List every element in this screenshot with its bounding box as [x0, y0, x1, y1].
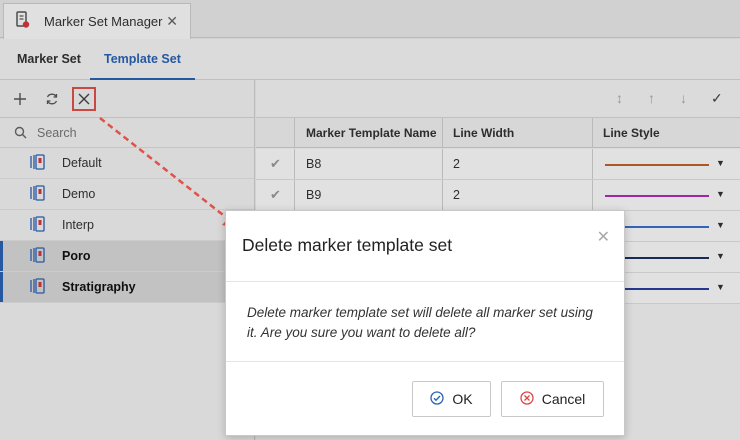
delete-template-set-dialog: Delete marker template set ✕ Delete mark… — [225, 210, 625, 436]
cancel-button-label: Cancel — [541, 391, 586, 407]
dialog-title: Delete marker template set — [242, 235, 453, 255]
dialog-divider — [226, 281, 624, 282]
dialog-divider — [226, 361, 624, 362]
dialog-close-icon[interactable]: ✕ — [597, 227, 610, 247]
ok-button-label: OK — [452, 391, 473, 407]
check-circle-icon — [430, 390, 445, 408]
ok-button[interactable]: OK — [412, 381, 491, 417]
cancel-circle-icon — [520, 390, 534, 408]
cancel-button[interactable]: Cancel — [501, 381, 604, 417]
dialog-message: Delete marker template set will delete a… — [247, 305, 593, 340]
